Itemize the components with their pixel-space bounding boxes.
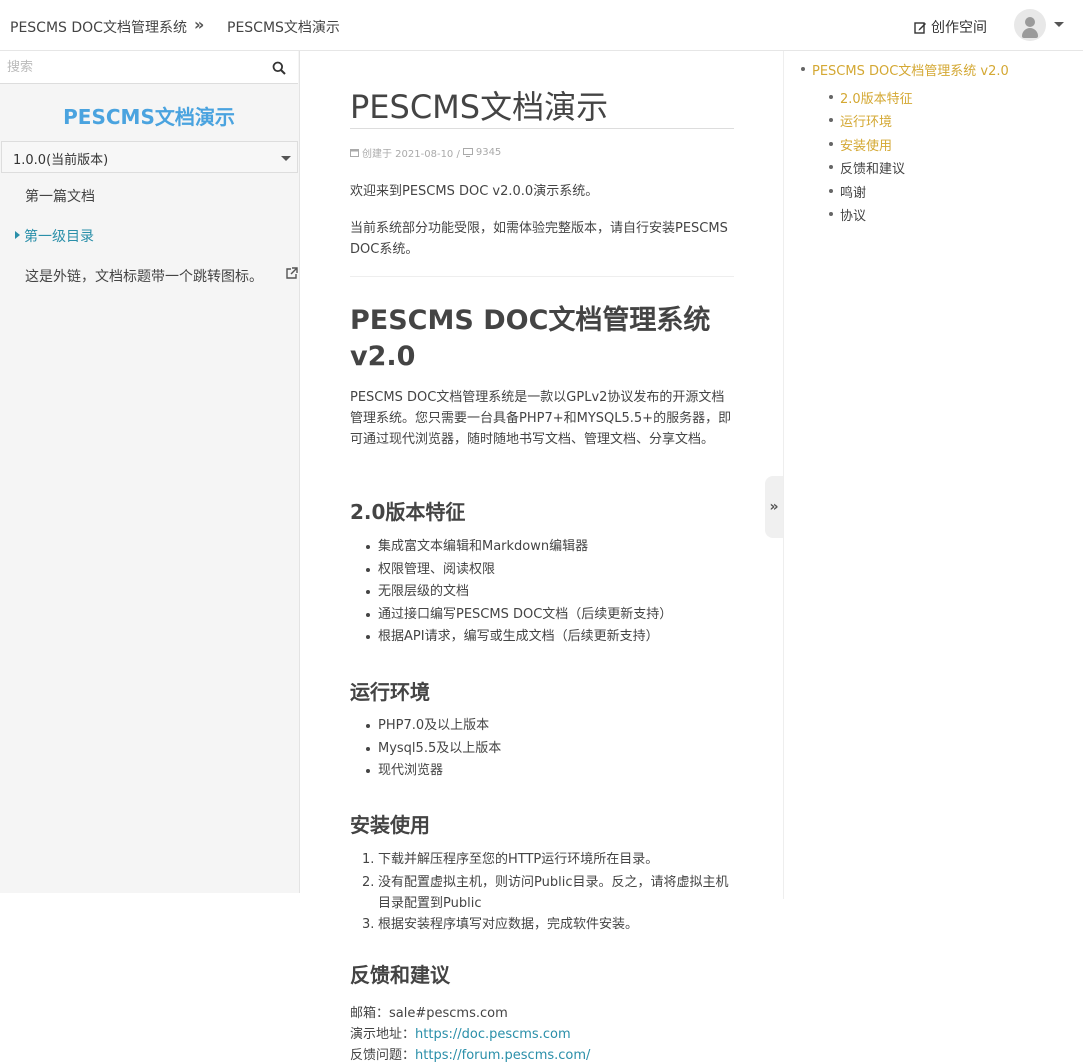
list-item: 通过接口编写PESCMS DOC文档（后续更新支持） xyxy=(366,604,738,627)
table-of-contents: PESCMS DOC文档管理系统 v2.0 2.0版本特征 运行环境 安装使用 … xyxy=(783,51,1083,899)
contact-email: 邮箱：sale#pescms.com xyxy=(350,1006,508,1021)
list-item: 现代浏览器 xyxy=(366,760,738,783)
search-box xyxy=(0,51,298,84)
search-icon[interactable] xyxy=(272,61,286,75)
toc-item[interactable]: 反馈和建议 xyxy=(829,158,905,177)
toc-toggle-button[interactable]: » xyxy=(765,476,783,538)
list-item: 根据API请求，编写或生成文档（后续更新支持） xyxy=(366,626,738,649)
toc-item[interactable]: 2.0版本特征 xyxy=(829,88,913,107)
list-item: 3. 根据安装程序填写对应数据，完成软件安装。 xyxy=(362,916,639,932)
section-heading-feedback: 反馈和建议 xyxy=(350,963,450,987)
contact-forum: 反馈问题：https://forum.pescms.com/ xyxy=(350,1048,591,1063)
demo-link[interactable]: https://doc.pescms.com xyxy=(415,1027,571,1042)
features-list: 集成富文本编辑和Markdown编辑器 权限管理、阅读权限 无限层级的文档 通过… xyxy=(366,536,738,649)
contact-demo: 演示地址：https://doc.pescms.com xyxy=(350,1027,571,1042)
edit-icon xyxy=(914,21,926,34)
doc-views: 9345 xyxy=(475,147,502,158)
doc-meta: 创建于 2021-08-10 / 9345 xyxy=(350,145,501,160)
breadcrumb-home[interactable]: PESCMS DOC文档管理系统 xyxy=(10,17,187,37)
notice-paragraph: 当前系统部分功能受限，如需体验完整版本，请自行安装PESCMS DOC系统。 xyxy=(350,221,728,257)
sidebar-item-first-doc[interactable]: 第一篇文档 xyxy=(0,186,300,206)
create-space-label: 创作空间 xyxy=(931,20,987,36)
version-select-value: 1.0.0(当前版本) xyxy=(13,153,109,168)
list-item: Mysql5.5及以上版本 xyxy=(366,738,738,761)
toc-item[interactable]: 鸣谢 xyxy=(829,182,866,201)
divider xyxy=(350,128,734,129)
description-paragraph: PESCMS DOC文档管理系统是一款以GPLv2协议发布的开源文档管理系统。您… xyxy=(350,390,732,447)
toc-item[interactable]: 运行环境 xyxy=(829,111,892,130)
caret-right-icon xyxy=(15,231,20,239)
sidebar-item-external[interactable]: 这是外链，文档标题带一个跳转图标。 xyxy=(0,266,300,286)
toc-item[interactable]: 协议 xyxy=(829,205,866,224)
breadcrumb-separator: » xyxy=(194,15,205,34)
forum-link[interactable]: https://forum.pescms.com/ xyxy=(415,1048,590,1063)
intro-paragraph: 欢迎来到PESCMS DOC v2.0.0演示系统。 xyxy=(350,184,599,199)
search-input[interactable] xyxy=(0,51,260,84)
calendar-icon xyxy=(350,149,359,157)
list-item: 1. 下载并解压程序至您的HTTP运行环境所在目录。 xyxy=(362,852,659,867)
list-item: 权限管理、阅读权限 xyxy=(366,559,738,582)
sidebar-item-label: 第一级目录 xyxy=(24,229,94,245)
page-title: PESCMS文档演示 xyxy=(350,88,609,126)
monitor-icon xyxy=(462,148,473,157)
breadcrumb-current[interactable]: PESCMS文档演示 xyxy=(227,17,340,37)
list-item: 2. 没有配置虚拟主机，则访问Public目录。反之，请将虚拟主机目录配置到Pub… xyxy=(362,874,729,911)
section-heading-environment: 运行环境 xyxy=(350,680,430,704)
environment-list: PHP7.0及以上版本 Mysql5.5及以上版本 现代浏览器 xyxy=(366,715,738,783)
version-select[interactable]: 1.0.0(当前版本) xyxy=(1,141,298,173)
install-list: 1. 下载并解压程序至您的HTTP运行环境所在目录。 2. 没有配置虚拟主机，则访问… xyxy=(362,849,738,936)
section-heading-features: 2.0版本特征 xyxy=(350,500,466,524)
chevron-down-icon[interactable] xyxy=(1054,22,1064,27)
section-heading-install: 安装使用 xyxy=(350,813,430,837)
toc-item-root[interactable]: PESCMS DOC文档管理系统 v2.0 xyxy=(801,60,1009,79)
list-item: PHP7.0及以上版本 xyxy=(366,715,738,738)
create-space-button[interactable]: 创作空间 xyxy=(914,17,987,37)
toc-item[interactable]: 安装使用 xyxy=(829,135,892,154)
user-avatar[interactable] xyxy=(1014,9,1046,41)
list-item: 集成富文本编辑和Markdown编辑器 xyxy=(366,536,738,559)
sidebar-title[interactable]: PESCMS文档演示 xyxy=(0,101,298,130)
user-icon xyxy=(1025,17,1035,27)
doc-created: 创建于 2021-08-10 / xyxy=(362,149,460,160)
section-heading-main: PESCMS DOC文档管理系统 v2.0 xyxy=(350,305,711,372)
list-item: 无限层级的文档 xyxy=(366,581,738,604)
external-link-icon xyxy=(286,267,298,279)
top-bar: PESCMS DOC文档管理系统 » PESCMS文档演示 创作空间 xyxy=(0,0,1083,51)
sidebar: PESCMS文档演示 1.0.0(当前版本) 第一篇文档 第一级目录 这是外链，… xyxy=(0,51,300,893)
chevron-down-icon xyxy=(281,156,291,161)
divider xyxy=(350,276,734,277)
